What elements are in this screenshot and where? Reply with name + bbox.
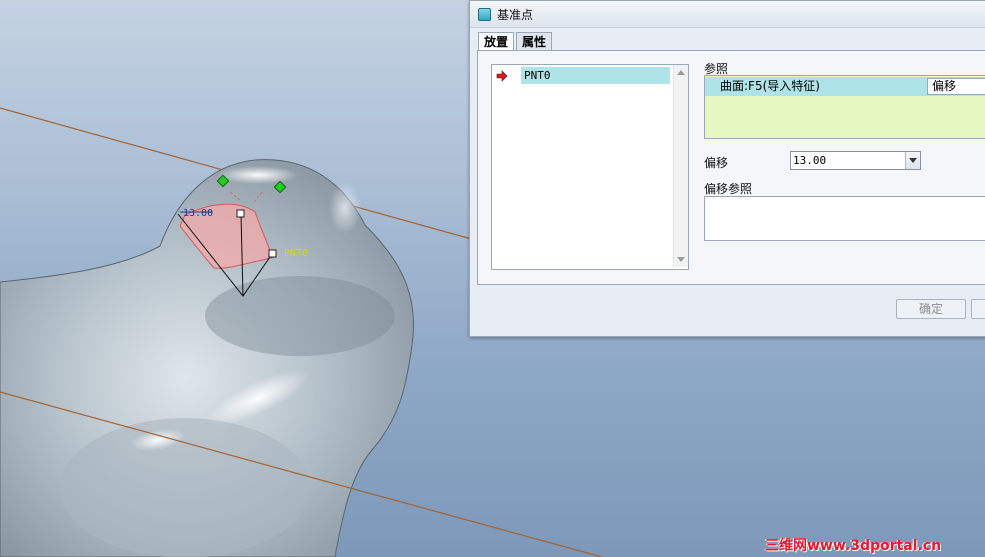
specular-highlight [329, 182, 361, 234]
model-shadow [205, 276, 395, 356]
point-collector[interactable]: PNT0 [491, 64, 689, 270]
offset-label: 偏移 [704, 156, 729, 170]
offset-references-collector[interactable] [704, 196, 985, 241]
offset-dropdown-icon[interactable] [905, 152, 920, 169]
drag-handle-square[interactable] [268, 249, 277, 258]
site-watermark: 三维网www.3dportal.cn [765, 538, 942, 554]
drag-handle-square[interactable] [236, 209, 245, 218]
reference-name[interactable]: 曲面:F5(导入特征) [720, 78, 820, 95]
collector-scrollbar[interactable] [673, 65, 688, 267]
scroll-down-icon[interactable] [677, 257, 685, 262]
model-lower-lobe [60, 418, 310, 557]
scroll-up-icon[interactable] [677, 70, 685, 75]
datum-point-label[interactable]: PNT0 [284, 248, 308, 259]
placement-panel: PNT0 参照 曲面:F5(导入特征) 偏移 偏移 偏移参照 [477, 50, 985, 285]
datum-point-dialog: 基准点 放置 属性 PNT0 参照 曲面:F5(导入特征) 偏移 偏移 13.0… [469, 0, 985, 337]
ok-button[interactable]: 确定 [896, 299, 966, 319]
reference-type-select[interactable]: 偏移 [927, 78, 985, 95]
cancel-button[interactable] [971, 299, 985, 319]
dialog-title: 基准点 [497, 7, 534, 22]
datum-point-icon [478, 7, 491, 21]
tab-strip: 放置 属性 [478, 32, 554, 52]
specular-highlight [218, 166, 298, 184]
dimension-label[interactable]: 13.00 [183, 208, 213, 219]
offset-references-label: 偏移参照 [704, 182, 753, 196]
references-collector[interactable]: 曲面:F5(导入特征) 偏移 [704, 75, 985, 139]
tab-placement[interactable]: 放置 [478, 32, 515, 52]
collector-item-pnt0[interactable]: PNT0 [521, 67, 670, 84]
tab-properties[interactable]: 属性 [516, 32, 553, 51]
reference-row[interactable]: 曲面:F5(导入特征) 偏移 [705, 77, 985, 96]
offset-input-combo[interactable] [790, 151, 921, 170]
offset-input[interactable] [791, 153, 905, 168]
dialog-titlebar[interactable]: 基准点 [470, 1, 985, 28]
red-arrow-icon [496, 70, 508, 82]
